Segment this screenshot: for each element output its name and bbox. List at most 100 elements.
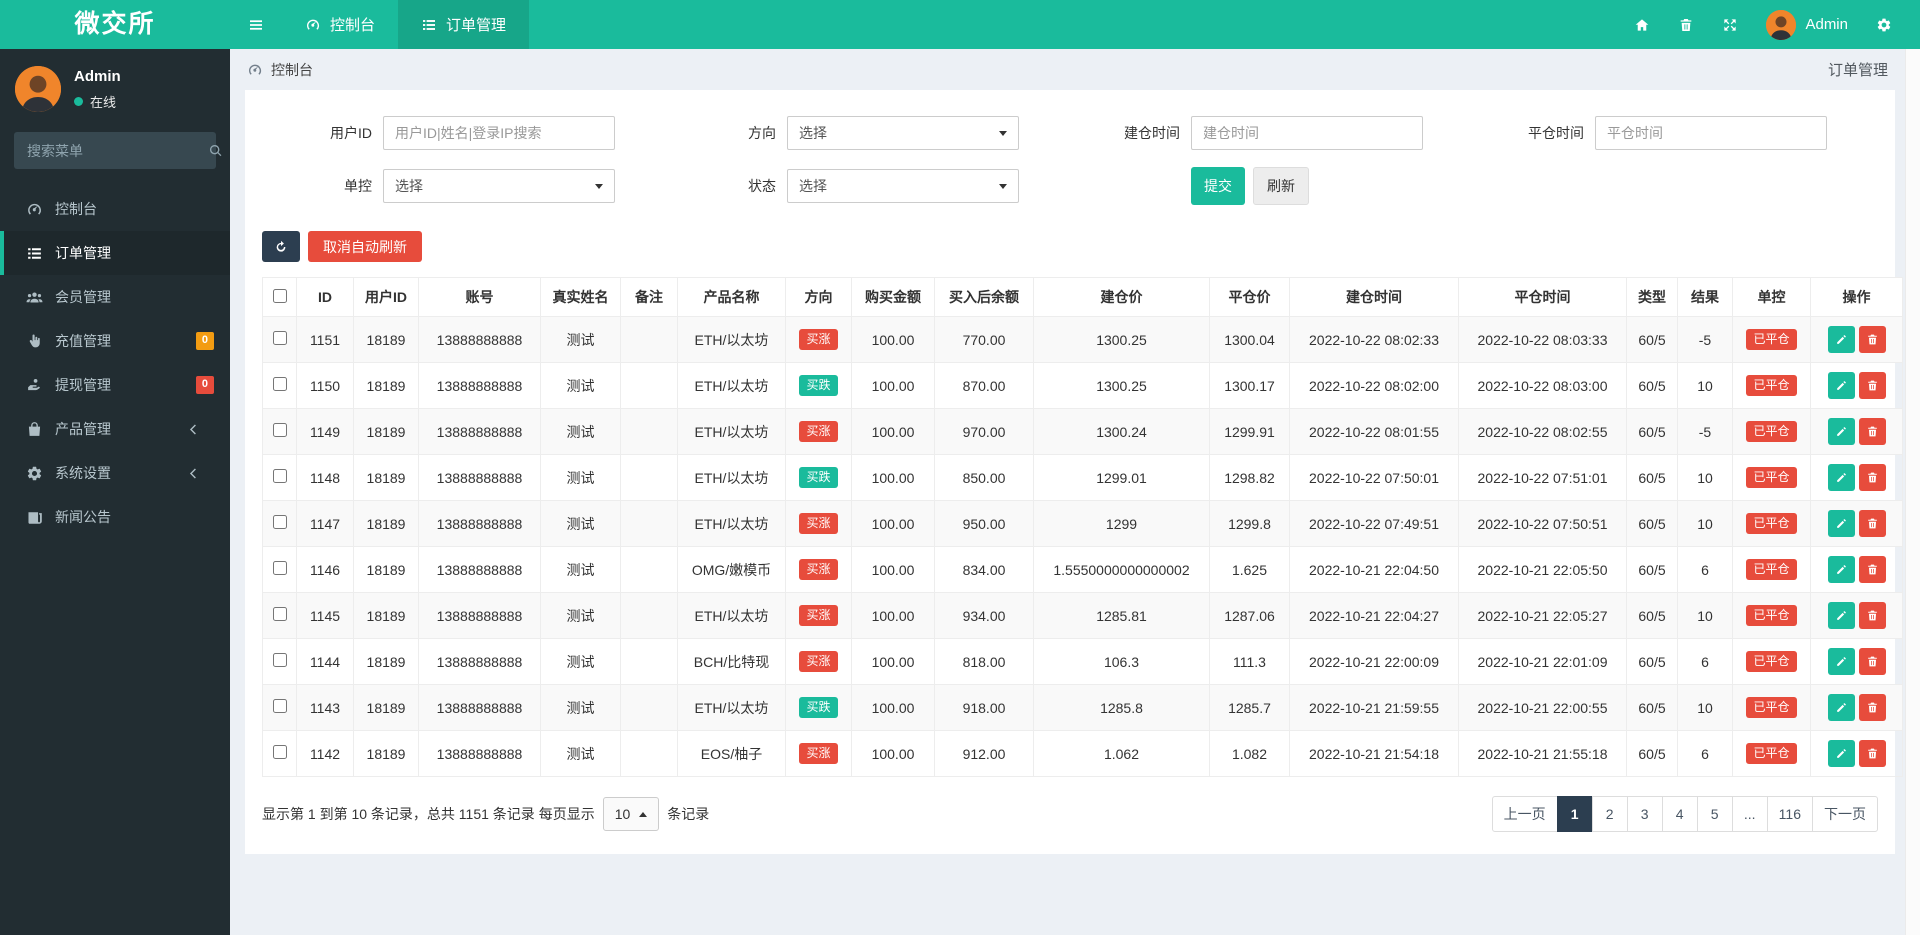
delete-button[interactable] bbox=[1859, 556, 1886, 583]
direction-badge: 买涨 bbox=[799, 651, 837, 673]
pagination-page[interactable]: 3 bbox=[1627, 796, 1663, 832]
sidebar-item[interactable]: 订单管理 bbox=[0, 231, 230, 275]
sidebar-item[interactable]: 系统设置 bbox=[0, 451, 230, 495]
sidebar-item[interactable]: 提现管理0 bbox=[0, 363, 230, 407]
sidebar-search-input[interactable] bbox=[27, 143, 208, 159]
cell-actions bbox=[1811, 593, 1903, 639]
submit-button[interactable]: 提交 bbox=[1191, 167, 1245, 205]
row-checkbox[interactable] bbox=[273, 653, 287, 667]
filter-select[interactable]: 选择 bbox=[787, 169, 1019, 203]
settings-gears-button[interactable] bbox=[1862, 0, 1906, 49]
pagination-page[interactable]: 1 bbox=[1557, 796, 1593, 832]
cell-real-name: 测试 bbox=[541, 363, 621, 409]
edit-button[interactable] bbox=[1828, 694, 1855, 721]
cell-user-id: 18189 bbox=[354, 409, 419, 455]
delete-button[interactable] bbox=[1859, 648, 1886, 675]
row-checkbox[interactable] bbox=[273, 745, 287, 759]
column-header: 产品名称 bbox=[678, 278, 786, 317]
pagination-prev[interactable]: 上一页 bbox=[1492, 796, 1558, 832]
sidebar-item[interactable]: 产品管理 bbox=[0, 407, 230, 451]
cell-actions bbox=[1811, 455, 1903, 501]
sidebar-item[interactable]: 会员管理 bbox=[0, 275, 230, 319]
edit-button[interactable] bbox=[1828, 326, 1855, 353]
scrollbar-track[interactable] bbox=[1905, 49, 1920, 935]
refresh-button[interactable]: 刷新 bbox=[1253, 167, 1309, 205]
cell-real-name: 测试 bbox=[541, 547, 621, 593]
cell-result: -5 bbox=[1678, 409, 1733, 455]
home-button[interactable] bbox=[1620, 0, 1664, 49]
hand-coin-icon bbox=[25, 377, 44, 394]
filter-field: 建仓时间 bbox=[1070, 116, 1474, 150]
sidebar: Admin 在线 控制台订单管理会员管理充值管理0提现管理0产品管理系统设置新闻… bbox=[0, 49, 230, 935]
edit-button[interactable] bbox=[1828, 372, 1855, 399]
refresh-table-button[interactable] bbox=[262, 231, 300, 262]
sidebar-toggle-button[interactable] bbox=[230, 0, 282, 49]
cell-open-price: 1285.81 bbox=[1034, 593, 1210, 639]
filter-select[interactable]: 选择 bbox=[787, 116, 1019, 150]
cell-type: 60/5 bbox=[1627, 363, 1678, 409]
delete-button[interactable] bbox=[1859, 326, 1886, 353]
delete-button[interactable] bbox=[1859, 510, 1886, 537]
edit-button[interactable] bbox=[1828, 418, 1855, 445]
pagination: 上一页12345...116下一页 bbox=[1492, 796, 1878, 832]
cell-open-price: 1300.25 bbox=[1034, 317, 1210, 363]
filter-select[interactable]: 选择 bbox=[383, 169, 615, 203]
row-checkbox[interactable] bbox=[273, 331, 287, 345]
row-checkbox[interactable] bbox=[273, 561, 287, 575]
user-menu[interactable]: Admin bbox=[1752, 10, 1862, 40]
row-checkbox[interactable] bbox=[273, 699, 287, 713]
row-checkbox[interactable] bbox=[273, 469, 287, 483]
edit-button[interactable] bbox=[1828, 602, 1855, 629]
cell-id: 1144 bbox=[297, 639, 354, 685]
direction-badge: 买跌 bbox=[799, 467, 837, 489]
pagination-page[interactable]: 4 bbox=[1662, 796, 1698, 832]
pagination-next[interactable]: 下一页 bbox=[1812, 796, 1878, 832]
pagination-page[interactable]: 2 bbox=[1592, 796, 1628, 832]
sidebar-item[interactable]: 新闻公告 bbox=[0, 495, 230, 539]
gears-icon bbox=[1876, 17, 1892, 33]
edit-button[interactable] bbox=[1828, 740, 1855, 767]
expand-button[interactable] bbox=[1708, 0, 1752, 49]
row-checkbox[interactable] bbox=[273, 377, 287, 391]
search-icon[interactable] bbox=[208, 143, 224, 159]
app-logo[interactable]: 微交所 bbox=[0, 0, 230, 49]
page-size-dropdown[interactable]: 10 bbox=[603, 797, 660, 831]
cell-open-price: 1.062 bbox=[1034, 731, 1210, 777]
cell-close-time: 2022-10-21 22:05:50 bbox=[1459, 547, 1627, 593]
cell-open-time: 2022-10-22 08:02:00 bbox=[1290, 363, 1459, 409]
filter-input[interactable] bbox=[1191, 116, 1423, 150]
delete-button[interactable] bbox=[1859, 740, 1886, 767]
row-checkbox[interactable] bbox=[273, 423, 287, 437]
user-name: Admin bbox=[1805, 16, 1848, 33]
delete-button[interactable] bbox=[1859, 602, 1886, 629]
delete-button[interactable] bbox=[1859, 418, 1886, 445]
edit-button[interactable] bbox=[1828, 556, 1855, 583]
filter-input[interactable] bbox=[383, 116, 615, 150]
delete-button[interactable] bbox=[1859, 694, 1886, 721]
select-all-checkbox[interactable] bbox=[273, 289, 287, 303]
nav-tab[interactable]: 控制台 bbox=[282, 0, 398, 49]
delete-button[interactable] bbox=[1859, 372, 1886, 399]
delete-button[interactable] bbox=[1859, 464, 1886, 491]
nav-tab[interactable]: 订单管理 bbox=[398, 0, 529, 49]
trash-icon bbox=[1678, 17, 1694, 33]
gauge-icon bbox=[305, 17, 321, 33]
edit-button[interactable] bbox=[1828, 648, 1855, 675]
cell-account: 13888888888 bbox=[419, 363, 541, 409]
caret-up-icon bbox=[639, 812, 647, 817]
sidebar-item[interactable]: 控制台 bbox=[0, 187, 230, 231]
pagination-page[interactable]: 116 bbox=[1767, 796, 1813, 832]
cell-account: 13888888888 bbox=[419, 685, 541, 731]
cancel-auto-refresh-button[interactable]: 取消自动刷新 bbox=[308, 231, 422, 262]
cell-close-time: 2022-10-21 21:55:18 bbox=[1459, 731, 1627, 777]
breadcrumb[interactable]: 控制台 bbox=[247, 60, 313, 80]
sidebar-item[interactable]: 充值管理0 bbox=[0, 319, 230, 363]
row-checkbox[interactable] bbox=[273, 607, 287, 621]
edit-button[interactable] bbox=[1828, 464, 1855, 491]
column-header: 用户ID bbox=[354, 278, 419, 317]
edit-button[interactable] bbox=[1828, 510, 1855, 537]
row-checkbox[interactable] bbox=[273, 515, 287, 529]
pagination-page[interactable]: 5 bbox=[1697, 796, 1733, 832]
filter-input[interactable] bbox=[1595, 116, 1827, 150]
trash-button[interactable] bbox=[1664, 0, 1708, 49]
